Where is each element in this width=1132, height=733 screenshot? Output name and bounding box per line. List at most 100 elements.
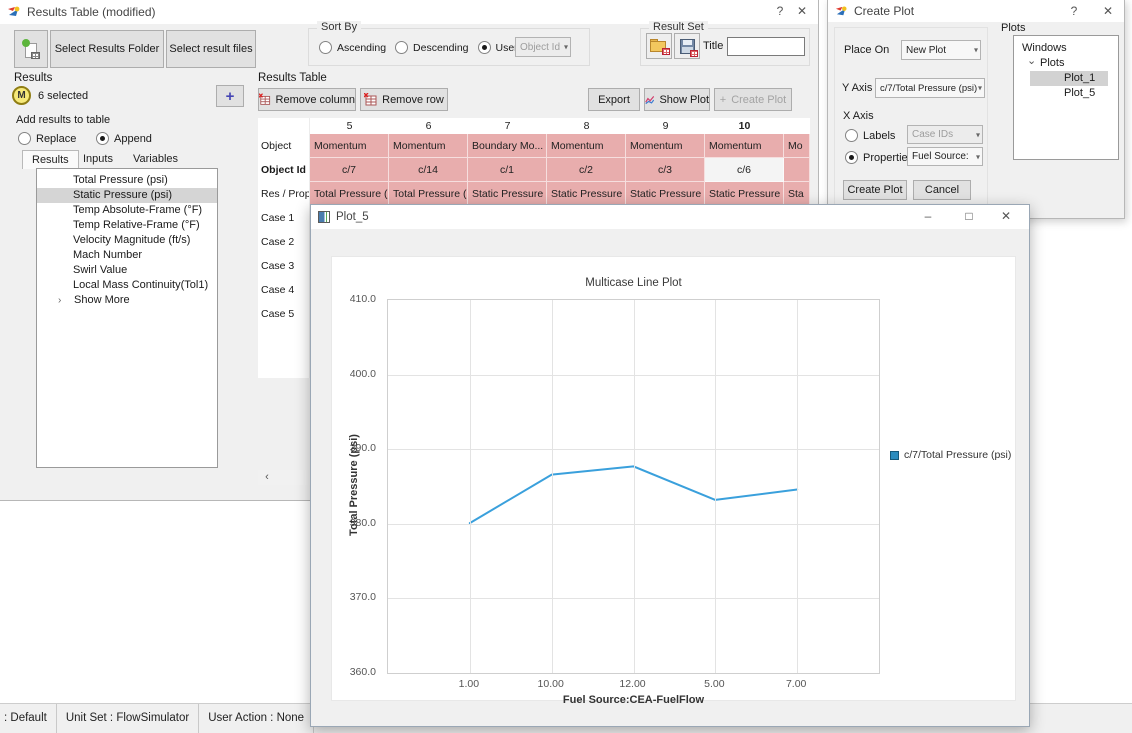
x-properties-label[interactable]: Properties [863,152,913,164]
scroll-left-icon[interactable]: ‹ [260,470,274,485]
sort-user-selection-radio[interactable] [478,41,491,54]
x-properties-radio[interactable] [845,151,858,164]
list-item[interactable]: Temp Relative-Frame (°F) [37,218,217,233]
table-row-res-prop: Res / Prop Total Pressure (... Total Pre… [258,182,810,206]
result-set-title-input[interactable] [727,37,805,56]
replace-label[interactable]: Replace [36,133,76,145]
x-tick-label: 7.00 [771,678,821,690]
plot-window-title: Plot_5 [336,211,369,223]
tab-results[interactable]: Results [22,150,79,169]
table-cell[interactable]: c/3 [626,158,705,182]
append-label[interactable]: Append [114,133,152,145]
plot-area[interactable] [387,299,880,674]
maximize-icon[interactable]: □ [957,206,981,227]
add-results-folder-button[interactable] [14,30,48,68]
sort-ascending-radio[interactable] [319,41,332,54]
table-cell[interactable]: Sta [784,182,810,206]
close-icon[interactable]: ✕ [994,206,1018,227]
table-cell[interactable]: Static Pressure ... [468,182,547,206]
table-cell[interactable]: Momentum [705,134,784,158]
table-cell[interactable]: Static Pressure ... [626,182,705,206]
tab-variables[interactable]: Variables [124,150,187,168]
help-icon[interactable]: ? [768,1,792,22]
create-plot-confirm-button[interactable]: Create Plot [843,180,907,200]
replace-radio[interactable] [18,132,31,145]
tree-item-plot5[interactable]: Plot_5 [1014,86,1118,101]
append-radio[interactable] [96,132,109,145]
table-cell[interactable]: Mo [784,134,810,158]
result-set-label: Result Set [649,21,708,33]
table-cell[interactable]: Static Pressure ... [705,182,784,206]
remove-column-button[interactable]: Remove column [258,88,356,111]
table-cell[interactable]: c/7 [310,158,389,182]
select-result-files-button[interactable]: Select result files [166,30,256,68]
column-header[interactable]: 8 [547,118,626,134]
minimize-icon[interactable]: – [916,206,940,227]
list-item[interactable]: Local Mass Continuity(Tol1) [37,278,217,293]
add-result-button[interactable]: + [216,85,244,107]
x-labels-label[interactable]: Labels [863,130,895,142]
load-result-set-button[interactable] [646,33,672,59]
create-plot-dialog: Create Plot ? ✕ Place On New Plot Y Axis… [827,0,1125,219]
list-item[interactable]: Velocity Magnitude (ft/s) [37,233,217,248]
tab-inputs[interactable]: Inputs [74,150,122,168]
select-results-folder-button[interactable]: Select Results Folder [50,30,164,68]
table-cell-selected[interactable]: c/6 [705,158,784,182]
y-axis-dropdown[interactable]: c/7/Total Pressure (psi) [875,78,985,98]
tree-branch-plots[interactable]: ⌄ Plots [1014,56,1118,71]
create-plot-button-disabled[interactable]: + Create Plot [714,88,792,111]
list-item[interactable]: Temp Absolute-Frame (°F) [37,203,217,218]
fuel-source-dropdown[interactable]: Fuel Source: [907,147,983,166]
show-plot-button[interactable]: Show Plot [644,88,710,111]
x-labels-radio[interactable] [845,129,858,142]
column-header-selected[interactable]: 10 [705,118,784,134]
case-ids-dropdown[interactable]: Case IDs [907,125,983,144]
table-cell[interactable]: Momentum [626,134,705,158]
list-item-selected[interactable]: Static Pressure (psi) [37,188,217,203]
case-row-header[interactable]: Case 4 [258,278,310,302]
close-icon[interactable]: ✕ [790,1,814,22]
show-more-item[interactable]: › Show More [37,293,217,308]
table-cell[interactable]: c/14 [389,158,468,182]
sort-descending-label[interactable]: Descending [413,42,468,54]
table-cell[interactable]: c/1 [468,158,547,182]
close-icon[interactable]: ✕ [1096,1,1120,22]
table-cell[interactable]: Total Pressure (... [310,182,389,206]
row-header[interactable]: Object Id [258,158,310,182]
list-item[interactable]: Mach Number [37,248,217,263]
remove-row-button[interactable]: Remove row [360,88,448,111]
list-item[interactable]: Total Pressure (psi) [37,173,217,188]
table-cell[interactable]: Momentum [547,134,626,158]
sort-key-dropdown[interactable]: Object Id [515,37,571,57]
table-cell[interactable] [784,158,810,182]
case-row-header[interactable]: Case 5 [258,302,310,326]
table-cell[interactable]: c/2 [547,158,626,182]
save-result-set-button[interactable] [674,33,700,59]
table-cell[interactable]: Total Pressure (... [389,182,468,206]
x-tick-label: 12.00 [608,678,658,690]
sort-descending-radio[interactable] [395,41,408,54]
column-header[interactable]: 5 [310,118,389,134]
chevron-down-icon[interactable]: ⌄ [1027,54,1036,69]
case-row-header[interactable]: Case 2 [258,230,310,254]
row-header[interactable]: Res / Prop [258,182,310,206]
table-cell[interactable]: Momentum [389,134,468,158]
cancel-button[interactable]: Cancel [913,180,971,200]
help-icon[interactable]: ? [1062,1,1086,22]
list-item[interactable]: Swirl Value [37,263,217,278]
plot-window: Plot_5 – □ ✕ Multicase Line Plot Total P… [310,204,1030,727]
column-header[interactable]: 7 [468,118,547,134]
export-button[interactable]: Export [588,88,640,111]
case-row-header[interactable]: Case 3 [258,254,310,278]
table-cell[interactable]: Static Pressure ... [547,182,626,206]
place-on-dropdown[interactable]: New Plot [901,40,981,60]
table-cell[interactable]: Boundary Mo... [468,134,547,158]
tree-item-plot1-selected[interactable]: Plot_1 [1030,71,1108,86]
case-row-header[interactable]: Case 1 [258,206,310,230]
table-cell[interactable]: Momentum [310,134,389,158]
sort-ascending-label[interactable]: Ascending [337,42,386,54]
gridline-v [470,300,471,673]
row-header[interactable]: Object [258,134,310,158]
column-header[interactable]: 9 [626,118,705,134]
column-header[interactable]: 6 [389,118,468,134]
